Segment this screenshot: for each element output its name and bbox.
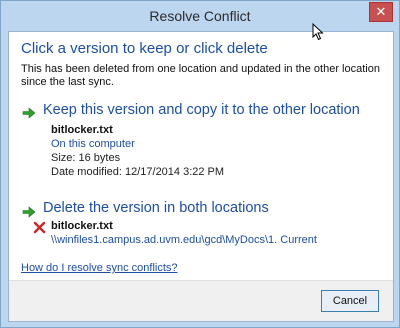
window-title: Resolve Conflict [149, 8, 251, 24]
green-arrow-icon [22, 206, 36, 218]
delete-version-title[interactable]: Delete the version in both locations [43, 200, 269, 216]
help-sync-conflicts-link[interactable]: How do I resolve sync conflicts? [21, 262, 178, 274]
keep-file-location: On this computer [51, 138, 135, 150]
close-icon: ✕ [375, 4, 387, 19]
dialog-body: Click a version to keep or click delete … [8, 31, 394, 322]
cancel-button[interactable]: Cancel [321, 290, 379, 312]
close-button[interactable]: ✕ [369, 2, 393, 22]
dialog-heading: Click a version to keep or click delete [21, 40, 268, 57]
title-bar[interactable]: Resolve Conflict ✕ [1, 1, 399, 31]
red-x-icon [33, 221, 46, 234]
resolve-conflict-dialog: Resolve Conflict ✕ Click a version to ke… [0, 0, 400, 328]
green-arrow-icon [22, 107, 36, 119]
dialog-description: This has been deleted from one location … [21, 63, 380, 88]
keep-file-modified: Date modified: 12/17/2014 3:22 PM [51, 166, 225, 178]
dialog-footer: Cancel [9, 280, 393, 321]
delete-file-name: bitlocker.txt [51, 220, 113, 232]
keep-file-name: bitlocker.txt [51, 124, 113, 136]
mouse-cursor-icon [312, 23, 324, 41]
keep-version-title[interactable]: Keep this version and copy it to the oth… [43, 102, 360, 118]
keep-file-size: Size: 16 bytes [51, 152, 121, 164]
delete-file-path: \\winfiles1.campus.ad.uvm.edu\gcd\MyDocs… [51, 234, 317, 246]
